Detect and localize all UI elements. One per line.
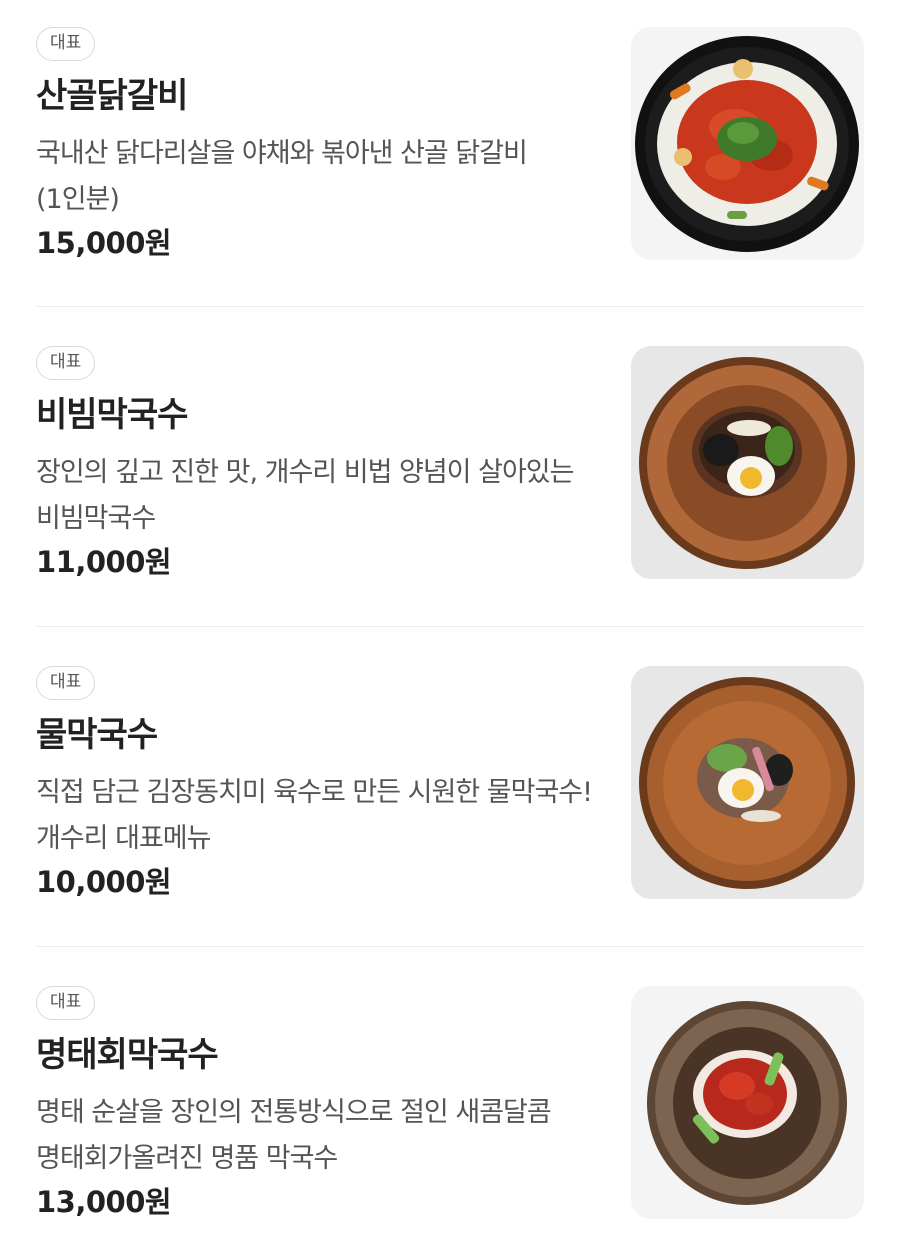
- menu-item-photo[interactable]: [631, 346, 864, 579]
- menu-item-photo[interactable]: [631, 986, 864, 1219]
- menu-item-description: 직접 담근 김장동치미 육수로 만든 시원한 물막국수! 개수리 대표메뉴: [36, 777, 593, 854]
- menu-item-price: 15,000원: [36, 226, 172, 260]
- myeongtaehoe-makguksu-photo: [647, 1001, 847, 1205]
- menu-item-name: 물막국수: [36, 715, 158, 755]
- divider: [36, 306, 864, 307]
- menu-item-description: 명태 순살을 장인의 전통방식으로 절인 새콤달콤 명태회가올려진 명품 막국수: [36, 1097, 552, 1174]
- menu-item-name: 비빔막국수: [36, 395, 188, 435]
- menu-item-mul-makguksu[interactable]: 대표 물막국수 직접 담근 김장동치미 육수로 만든 시원한 물막국수! 개수리…: [36, 666, 864, 938]
- signature-badge: 대표: [36, 666, 96, 700]
- bibim-makguksu-photo: [639, 357, 855, 569]
- mul-makguksu-photo: [639, 677, 855, 889]
- divider: [36, 946, 864, 947]
- menu-item-myeongtaehoe-makguksu[interactable]: 대표 명태회막국수 명태 순살을 장인의 전통방식으로 절인 새콤달콤 명태회가…: [36, 986, 864, 1258]
- menu-item-price: 10,000원: [36, 865, 172, 899]
- menu-item-description: 국내산 닭다리살을 야채와 볶아낸 산골 닭갈비 (1인분): [36, 138, 528, 215]
- menu-item-description: 장인의 깊고 진한 맛, 개수리 비법 양념이 살아있는 비빔막국수: [36, 457, 574, 534]
- menu-item-photo[interactable]: [631, 666, 864, 899]
- divider: [36, 626, 864, 627]
- menu-list: 대표 산골닭갈비 국내산 닭다리살을 야채와 볶아낸 산골 닭갈비 (1인분) …: [0, 0, 900, 1260]
- menu-item-dakgalbi[interactable]: 대표 산골닭갈비 국내산 닭다리살을 야채와 볶아낸 산골 닭갈비 (1인분) …: [36, 27, 864, 299]
- signature-badge: 대표: [36, 986, 96, 1020]
- signature-badge: 대표: [36, 27, 96, 61]
- menu-item-bibim-makguksu[interactable]: 대표 비빔막국수 장인의 깊고 진한 맛, 개수리 비법 양념이 살아있는 비빔…: [36, 346, 864, 618]
- menu-item-price: 13,000원: [36, 1185, 172, 1219]
- signature-badge: 대표: [36, 346, 96, 380]
- menu-item-name: 명태회막국수: [36, 1035, 219, 1075]
- menu-item-price: 11,000원: [36, 545, 172, 579]
- menu-item-photo[interactable]: [631, 27, 864, 260]
- dakgalbi-photo: [635, 36, 859, 252]
- menu-item-name: 산골닭갈비: [36, 76, 188, 116]
